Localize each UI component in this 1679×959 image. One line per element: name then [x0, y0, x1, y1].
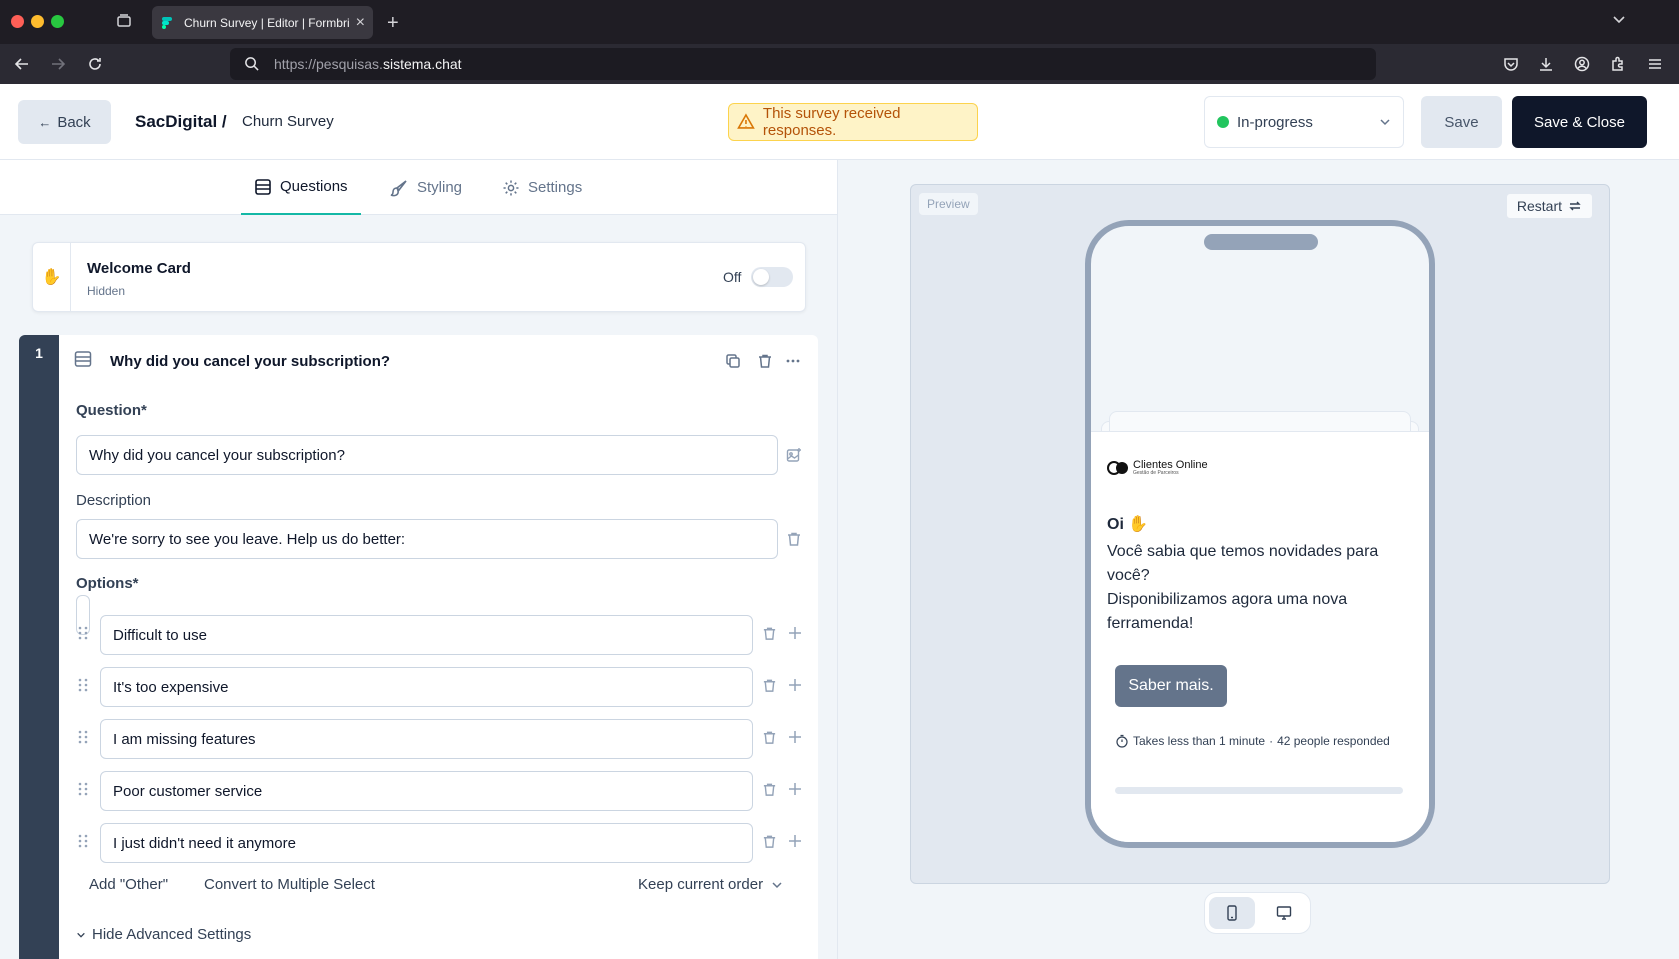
arrow-left-icon: ← [38, 114, 52, 130]
question-title[interactable]: Why did you cancel your subscription? [110, 353, 390, 370]
clientes-online-logo: Clientes Online Gestão de Parceiros [1107, 460, 1208, 476]
question-input[interactable]: Why did you cancel your subscription? [76, 435, 778, 475]
back-arrow-icon[interactable] [14, 56, 30, 72]
question-label: Question* [76, 402, 147, 419]
gear-icon [503, 180, 519, 195]
back-button[interactable]: ← Back [18, 100, 111, 144]
url-text: https://pesquisas.sistema.chat [274, 56, 462, 72]
tab-questions[interactable]: Questions [241, 160, 361, 215]
trash-icon[interactable] [757, 353, 773, 374]
more-horizontal-icon[interactable] [785, 353, 801, 374]
hand-wave-icon: ✋ [33, 243, 71, 311]
device-toggle [1204, 892, 1311, 934]
tab-styling[interactable]: Styling [376, 160, 475, 215]
zoom-window-button[interactable] [51, 15, 64, 28]
status-dot [1217, 116, 1229, 128]
responses-warning-alert: This survey received responses. [728, 103, 978, 141]
logo-mark-icon [1107, 461, 1128, 475]
pocket-icon[interactable] [1503, 56, 1519, 72]
add-other-button[interactable]: Add "Other" [89, 876, 168, 893]
welcome-card-title: Welcome Card [87, 260, 191, 277]
tab-close-icon[interactable]: × [356, 14, 365, 32]
refresh-icon [1569, 201, 1581, 211]
welcome-toggle-label: Off [723, 269, 742, 285]
timer-icon [1116, 734, 1128, 748]
welcome-card-subtitle: Hidden [87, 284, 126, 298]
editor-header: ← Back SacDigital / Churn Survey This su… [0, 84, 1679, 160]
close-window-button[interactable] [11, 15, 24, 28]
tab-list-chevron-icon[interactable] [1612, 12, 1626, 26]
chevron-down-icon [1380, 119, 1390, 126]
save-and-close-button[interactable]: Save & Close [1512, 96, 1647, 148]
list-icon [255, 178, 271, 195]
search-icon [244, 56, 259, 71]
tab-settings[interactable]: Settings [489, 160, 595, 215]
phone-mockup: Clientes Online Gestão de Parceiros Oi ✋… [1085, 220, 1435, 848]
saber-mais-button[interactable]: Saber mais. [1115, 665, 1227, 707]
url-bar[interactable]: https://pesquisas.sistema.chat [230, 48, 1376, 80]
desktop-device-button[interactable] [1261, 897, 1307, 929]
chevron-down-icon [772, 881, 782, 888]
paintbrush-icon [390, 179, 407, 196]
survey-name[interactable]: Churn Survey [242, 113, 334, 130]
survey-card-heading: Oi ✋ [1107, 516, 1149, 533]
extensions-icon[interactable] [1610, 56, 1626, 72]
downloads-icon[interactable] [1538, 56, 1554, 72]
restart-button[interactable]: Restart [1505, 193, 1593, 219]
warning-triangle-icon [737, 113, 755, 129]
forward-arrow-icon[interactable] [50, 56, 66, 72]
survey-preview-card: Clientes Online Gestão de Parceiros Oi ✋… [1091, 431, 1429, 842]
option-input[interactable]: I am missing features [100, 719, 753, 759]
tab-title: Churn Survey | Editor | Formbricks [184, 15, 350, 30]
reload-icon[interactable] [87, 56, 103, 72]
survey-meta: Takes less than 1 minute · 42 people res… [1115, 734, 1390, 748]
option-input[interactable]: Poor customer service [100, 771, 753, 811]
status-dropdown[interactable]: In-progress [1204, 96, 1404, 148]
progress-bar [1115, 787, 1403, 794]
minimize-window-button[interactable] [31, 15, 44, 28]
save-button[interactable]: Save [1421, 96, 1502, 148]
preview-panel: Preview Restart Clientes Online Gestão d… [839, 160, 1679, 959]
organization-name: SacDigital / [135, 112, 227, 131]
account-icon[interactable] [1574, 56, 1590, 72]
welcome-card[interactable]: ✋ Welcome Card Hidden Off [32, 242, 806, 312]
option-input[interactable]: I just didn't need it anymore [100, 823, 753, 863]
smartphone-icon [1226, 905, 1237, 921]
phone-notch [1204, 234, 1318, 250]
formbricks-favicon-icon [162, 16, 172, 29]
tab-overview-icon[interactable] [116, 13, 132, 29]
duplicate-icon[interactable] [725, 353, 741, 374]
browser-tab-active[interactable]: Churn Survey | Editor | Formbricks × [152, 6, 373, 39]
monitor-icon [1276, 906, 1291, 920]
option-input[interactable]: Difficult to use [100, 615, 753, 655]
single-select-list-icon [74, 350, 92, 373]
mobile-device-button[interactable] [1208, 897, 1255, 929]
chevron-down-icon [77, 932, 85, 938]
question-number[interactable]: 1 [19, 335, 59, 959]
editor-tabs: Questions Styling Settings [0, 160, 837, 215]
survey-card-body: Você sabia que temos novidades para você… [1107, 543, 1379, 632]
menu-hamburger-icon[interactable] [1647, 56, 1663, 72]
description-input[interactable]: We're sorry to see you leave. Help us do… [76, 519, 778, 559]
new-tab-icon[interactable]: + [387, 12, 399, 35]
browser-titlebar: Churn Survey | Editor | Formbricks × + [0, 0, 1679, 44]
welcome-card-toggle[interactable] [751, 267, 793, 287]
option-order-dropdown[interactable]: Keep current order [638, 876, 783, 893]
option-input[interactable]: It's too expensive [100, 667, 753, 707]
hide-advanced-settings-toggle[interactable]: Hide Advanced Settings [76, 926, 251, 943]
preview-frame: Preview Restart Clientes Online Gestão d… [910, 184, 1610, 884]
preview-tag: Preview [919, 193, 978, 215]
convert-multiple-select-button[interactable]: Convert to Multiple Select [204, 876, 375, 893]
